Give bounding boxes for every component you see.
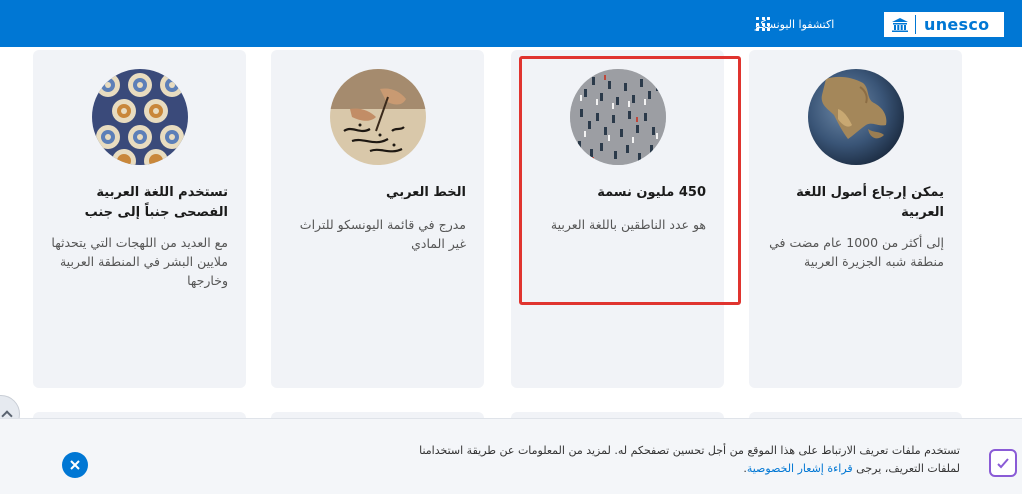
card-image-earth xyxy=(807,69,904,165)
card-description: مع العديد من اللهجات التي يتحدثها ملايين… xyxy=(51,235,228,288)
card-title: 450 مليون نسمة xyxy=(597,185,706,200)
card-image-pattern xyxy=(91,69,188,165)
card-speakers[interactable]: 450 مليون نسمة هو عدد الناطقين باللغة ال… xyxy=(511,50,724,388)
cookie-settings-icon[interactable] xyxy=(989,449,1017,477)
card-title: الخط العربي xyxy=(386,185,466,200)
unesco-logo[interactable]: unesco xyxy=(884,12,1004,37)
top-bar: unesco اكتشفوا اليونسكو xyxy=(0,0,1022,47)
card-dialects[interactable]: تستخدم اللغة العربية الفصحى جنباً إلى جن… xyxy=(33,50,246,388)
card-description: إلى أكثر من 1000 عام مضت في منطقة شبه ال… xyxy=(769,235,944,269)
card-description: هو عدد الناطقين باللغة العربية xyxy=(550,217,706,232)
card-image-calligraphy xyxy=(329,69,426,165)
close-icon xyxy=(70,460,80,470)
close-cookie-button[interactable] xyxy=(62,452,88,478)
card-origins[interactable]: يمكن إرجاع أصول اللغة العربية إلى أكثر م… xyxy=(749,50,962,388)
temple-icon xyxy=(885,13,915,36)
card-title: تستخدم اللغة العربية الفصحى جنباً إلى جن… xyxy=(84,185,228,220)
cookie-text: تستخدم ملفات تعريف الارتباط على هذا المو… xyxy=(419,444,960,475)
logo-text: unesco xyxy=(924,15,990,34)
card-calligraphy[interactable]: الخط العربي مدرج في قائمة اليونسكو للترا… xyxy=(271,50,484,388)
cookie-banner: تستخدم ملفات تعريف الارتباط على هذا المو… xyxy=(0,418,1022,494)
apps-grid-icon[interactable] xyxy=(756,17,770,31)
card-image-crowd xyxy=(569,69,666,165)
privacy-notice-link[interactable]: قراءة إشعار الخصوصية xyxy=(747,462,853,475)
card-description: مدرج في قائمة اليونسكو للتراث غير المادي xyxy=(299,217,466,251)
card-title: يمكن إرجاع أصول اللغة العربية xyxy=(796,185,944,220)
cookie-message: تستخدم ملفات تعريف الارتباط على هذا المو… xyxy=(419,444,960,475)
